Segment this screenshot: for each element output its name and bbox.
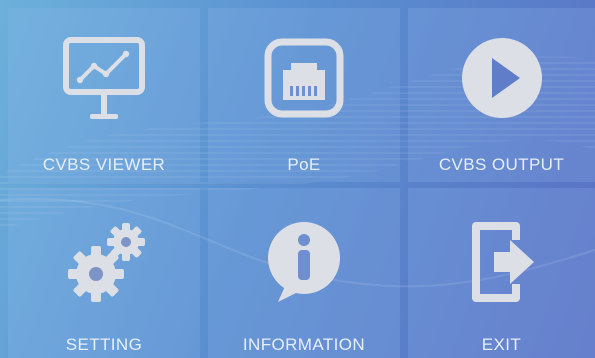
tile-label-poe: PoE — [287, 155, 321, 174]
menu-tile-cvbs-output[interactable]: CVBS OUTPUT — [408, 8, 595, 182]
ethernet-port-icon — [264, 38, 344, 118]
play-circle-icon — [461, 38, 542, 118]
monitor-chart-icon — [63, 37, 145, 119]
main-menu-screen: CVBS VIEWER PoE CVBS OUTPUT SETTING INFO… — [0, 0, 595, 358]
tile-label-cvbs-viewer: CVBS VIEWER — [42, 155, 166, 174]
menu-tile-poe[interactable]: PoE — [208, 8, 400, 182]
tile-label-exit: EXIT — [481, 335, 522, 354]
info-bubble-icon — [268, 222, 340, 302]
gears-icon — [68, 223, 145, 302]
tile-label-setting: SETTING — [65, 335, 143, 354]
menu-tile-information[interactable]: INFORMATION — [208, 188, 400, 358]
menu-tile-cvbs-viewer[interactable]: CVBS VIEWER — [8, 8, 200, 182]
exit-arrow-icon — [471, 222, 534, 302]
menu-tile-exit[interactable]: EXIT — [408, 188, 595, 358]
menu-tile-setting[interactable]: SETTING — [8, 188, 200, 358]
tile-label-information: INFORMATION — [242, 335, 366, 354]
tile-label-cvbs-output: CVBS OUTPUT — [438, 155, 565, 174]
